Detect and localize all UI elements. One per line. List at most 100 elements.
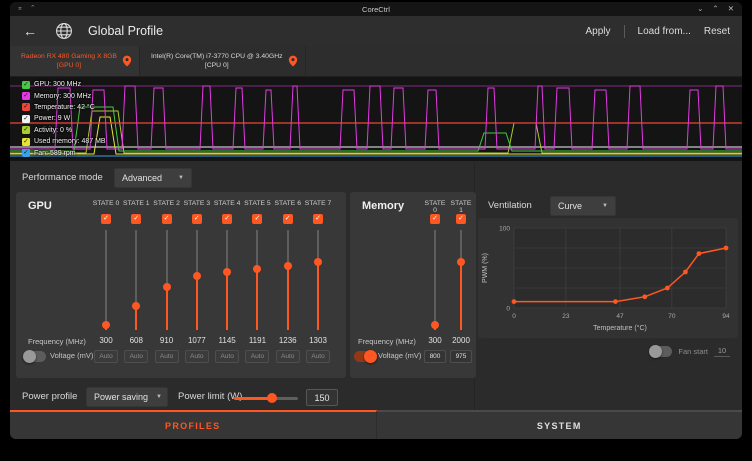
- legend-checkbox[interactable]: ✓: [22, 92, 30, 100]
- tab-profiles[interactable]: PROFILES: [10, 410, 377, 439]
- memory-state-checkbox-0[interactable]: ✓: [430, 214, 440, 224]
- gpu-voltage-value-4[interactable]: Auto: [215, 350, 239, 363]
- memory-state-checkbox-1[interactable]: ✓: [456, 214, 466, 224]
- memory-voltage-value-0[interactable]: 800: [424, 350, 446, 363]
- gpu-frequency-slider-6[interactable]: [274, 230, 302, 330]
- device-tab-sub: [GPU 0]: [57, 61, 81, 70]
- power-limit-value[interactable]: 150: [306, 389, 338, 406]
- fan-curve-point: [613, 299, 618, 304]
- legend-checkbox[interactable]: ✓: [22, 149, 30, 157]
- gpu-voltage-toggle[interactable]: [24, 351, 46, 362]
- gpu-state-col-6: STATE 6✓1236Auto: [274, 200, 302, 370]
- legend-item-power[interactable]: ✓Power: 9 W: [22, 113, 106, 124]
- slider-handle[interactable]: [102, 321, 110, 329]
- fan-start-row: Fan start 10: [650, 346, 730, 357]
- shade-icon[interactable]: ⌃: [30, 2, 36, 16]
- fan-curve-chart[interactable]: 0234770940100Temperature (°C)PWM (%): [478, 218, 738, 338]
- slider-handle[interactable]: [132, 302, 140, 310]
- gpu-voltage-value-3[interactable]: Auto: [185, 350, 209, 363]
- memory-voltage-toggle[interactable]: [354, 351, 376, 362]
- gpu-voltage-value-7[interactable]: Auto: [306, 350, 330, 363]
- gpu-state-col-0: STATE 0✓300Auto: [92, 200, 120, 370]
- gpu-frequency-value: 1191: [243, 336, 271, 345]
- gpu-state-checkbox-2[interactable]: ✓: [162, 214, 172, 224]
- legend-checkbox[interactable]: ✓: [22, 115, 30, 123]
- chevron-down-icon: ▼: [594, 203, 608, 209]
- performance-mode-dropdown[interactable]: Advanced ▼: [114, 168, 192, 188]
- tab-cpu-device[interactable]: Intel(R) Core(TM) i7-3770 CPU @ 3.40GHz …: [140, 46, 306, 76]
- reset-button[interactable]: Reset: [704, 26, 730, 37]
- gpu-state-checkbox-0[interactable]: ✓: [101, 214, 111, 224]
- slider-handle[interactable]: [457, 258, 465, 266]
- legend-label: Used memory: 487 MB: [34, 138, 106, 145]
- tab-gpu-device[interactable]: Radeon RX 480 Gaming X 8GB [GPU 0]: [10, 46, 140, 76]
- gpu-frequency-slider-4[interactable]: [213, 230, 241, 330]
- memory-frequency-value: 2000: [448, 336, 474, 345]
- legend-label: Fan: 589 rpm: [34, 150, 76, 157]
- memory-frequency-value: 300: [422, 336, 448, 345]
- gpu-frequency-slider-0[interactable]: [92, 230, 120, 330]
- back-button[interactable]: ←: [23, 23, 37, 39]
- slider-fill: [166, 287, 168, 330]
- legend-item-used-memory[interactable]: ✓ Used memory: 487 MB: [22, 136, 106, 147]
- gpu-state-checkbox-5[interactable]: ✓: [252, 214, 262, 224]
- slider-handle[interactable]: [267, 393, 277, 403]
- pin-icon[interactable]: ⌅: [17, 2, 23, 16]
- memory-frequency-slider-0[interactable]: [422, 230, 448, 330]
- memory-state-label: STATE 1: [448, 200, 474, 214]
- gpu-frequency-value: 1236: [274, 336, 302, 345]
- legend-item-activity[interactable]: ✓Activity: 0 %: [22, 125, 106, 136]
- gpu-frequency-slider-1[interactable]: [122, 230, 150, 330]
- gpu-frequency-slider-5[interactable]: [243, 230, 271, 330]
- gpu-state-label: STATE 1: [122, 200, 150, 207]
- gpu-frequency-value: 608: [122, 336, 150, 345]
- gpu-voltage-value-5[interactable]: Auto: [245, 350, 269, 363]
- gpu-state-checkbox-3[interactable]: ✓: [192, 214, 202, 224]
- legend-checkbox[interactable]: ✓: [22, 103, 30, 111]
- power-profile-dropdown[interactable]: Power saving ▼: [86, 387, 168, 407]
- header: ← Global Profile Apply Load from... Rese…: [10, 16, 742, 46]
- memory-frequency-slider-1[interactable]: [448, 230, 474, 330]
- gpu-voltage-value-2[interactable]: Auto: [155, 350, 179, 363]
- gpu-frequency-slider-2[interactable]: [153, 230, 181, 330]
- legend-checkbox[interactable]: ✓: [22, 81, 30, 89]
- legend-item-temperature[interactable]: ✓Temperature: 42 °C: [22, 102, 106, 113]
- close-icon[interactable]: ✕: [728, 2, 734, 16]
- slider-handle[interactable]: [284, 262, 292, 270]
- memory-voltage-value-1[interactable]: 975: [450, 350, 472, 363]
- slider-handle[interactable]: [193, 272, 201, 280]
- maximize-icon[interactable]: ⌃: [712, 2, 718, 16]
- gpu-state-checkbox-6[interactable]: ✓: [283, 214, 293, 224]
- slider-handle[interactable]: [253, 265, 261, 273]
- device-tabbar: Radeon RX 480 Gaming X 8GB [GPU 0] Intel…: [10, 46, 742, 77]
- slider-handle[interactable]: [431, 321, 439, 329]
- gpu-voltage-value-0[interactable]: Auto: [94, 350, 118, 363]
- fan-start-value[interactable]: 10: [714, 346, 730, 357]
- tab-system[interactable]: SYSTEM: [377, 410, 743, 439]
- fan-start-toggle[interactable]: [650, 346, 672, 357]
- apply-button[interactable]: Apply: [586, 26, 611, 37]
- gpu-state-checkbox-1[interactable]: ✓: [131, 214, 141, 224]
- gpu-state-checkbox-4[interactable]: ✓: [222, 214, 232, 224]
- ventilation-mode-dropdown[interactable]: Curve ▼: [550, 196, 616, 216]
- legend-checkbox[interactable]: ✓: [22, 126, 30, 134]
- gpu-voltage-value-6[interactable]: Auto: [276, 350, 300, 363]
- slider-handle[interactable]: [314, 258, 322, 266]
- legend-item-gpu[interactable]: ✓GPU: 300 MHz: [22, 79, 106, 90]
- gpu-state-checkbox-7[interactable]: ✓: [313, 214, 323, 224]
- legend-checkbox[interactable]: ✓: [22, 138, 30, 146]
- load-from-button[interactable]: Load from...: [638, 26, 691, 37]
- power-limit-label: Power limit (W): [178, 387, 242, 407]
- legend-item-memory[interactable]: ✓Memory: 300 MHz: [22, 90, 106, 101]
- slider-handle[interactable]: [163, 283, 171, 291]
- slider-handle[interactable]: [223, 268, 231, 276]
- gpu-frequency-slider-7[interactable]: [304, 230, 332, 330]
- ventilation-label: Ventilation: [488, 196, 532, 216]
- gpu-frequency-label: Frequency (MHz): [28, 336, 86, 348]
- gpu-voltage-value-1[interactable]: Auto: [124, 350, 148, 363]
- power-profile-value: Power saving: [94, 392, 148, 402]
- minimize-icon[interactable]: ⌄: [697, 2, 703, 16]
- gpu-frequency-slider-3[interactable]: [183, 230, 211, 330]
- legend-item-fan[interactable]: ✓ Fan: 589 rpm: [22, 147, 106, 158]
- power-limit-slider[interactable]: [234, 390, 298, 406]
